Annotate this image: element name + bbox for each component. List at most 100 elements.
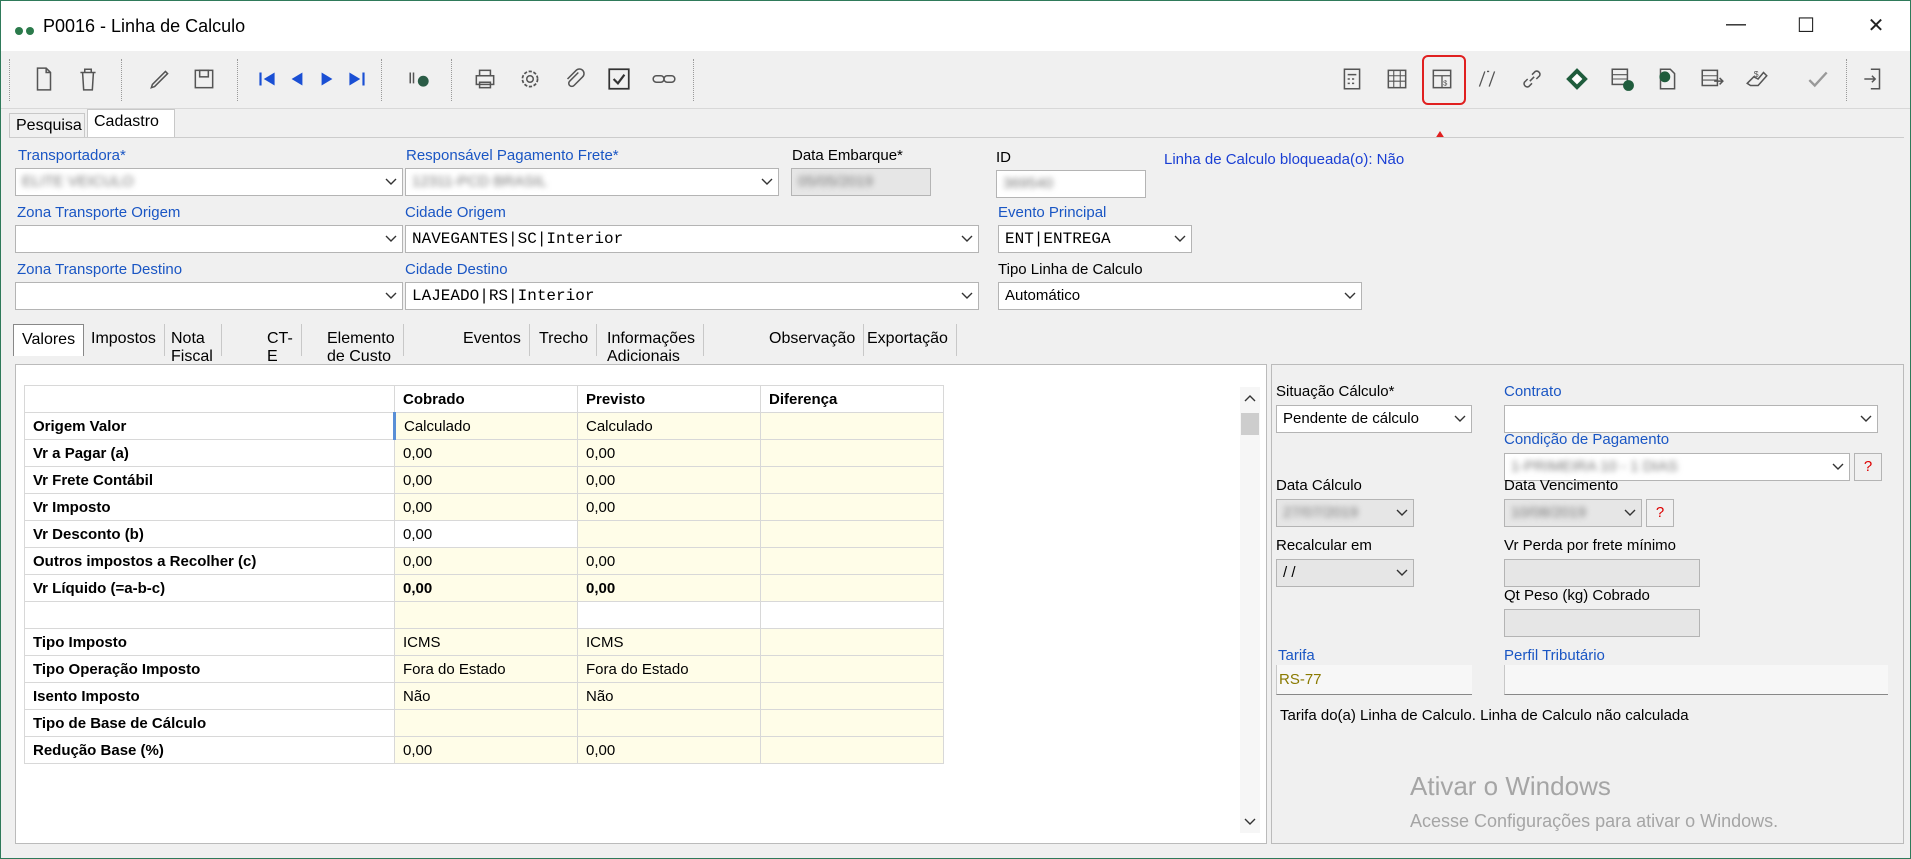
condicao-help-button[interactable]: ?	[1854, 453, 1882, 481]
diamond-icon[interactable]	[1560, 62, 1594, 96]
link-icon[interactable]	[647, 62, 681, 96]
cobrado-cell[interactable]	[394, 601, 578, 629]
responsavel-select[interactable]: 12311-PCD BRASIL	[405, 168, 779, 196]
previsto-cell[interactable]: 0,00	[577, 439, 761, 467]
previsto-cell[interactable]: Calculado	[577, 412, 761, 440]
table-arrow-icon[interactable]	[1695, 62, 1729, 96]
cobrado-cell[interactable]: 0,00	[394, 466, 578, 494]
tab-cadastro[interactable]: Cadastro	[87, 109, 175, 139]
previsto-cell[interactable]: Fora do Estado	[577, 655, 761, 683]
diferenca-cell[interactable]	[760, 601, 944, 629]
vencimento-help-button[interactable]: ?	[1646, 499, 1674, 527]
diferenca-cell[interactable]	[760, 655, 944, 683]
previous-record-icon[interactable]	[280, 62, 314, 96]
cobrado-cell[interactable]: 0,00	[394, 493, 578, 521]
subtab-trecho[interactable]: Trecho	[531, 324, 598, 356]
diferenca-cell[interactable]	[760, 439, 944, 467]
table-row[interactable]: Redução Base (%) 0,00 0,00	[24, 736, 944, 764]
previsto-cell[interactable]	[577, 520, 761, 548]
diferenca-cell[interactable]	[760, 709, 944, 737]
new-document-icon[interactable]	[27, 62, 61, 96]
table-row[interactable]: Vr Líquido (=a-b-c) 0,00 0,00	[24, 574, 944, 602]
grid-scrollbar[interactable]	[1240, 387, 1260, 833]
previsto-cell[interactable]: 0,00	[577, 736, 761, 764]
tab-pesquisa[interactable]: Pesquisa	[9, 113, 85, 139]
last-record-icon[interactable]	[340, 62, 374, 96]
table-check-icon[interactable]	[1605, 62, 1639, 96]
table-row[interactable]: Tipo Imposto ICMS ICMS	[24, 628, 944, 656]
cobrado-cell[interactable]: Fora do Estado	[394, 655, 578, 683]
diferenca-cell[interactable]	[760, 682, 944, 710]
zona-origem-select[interactable]	[15, 225, 403, 253]
perfil-field[interactable]	[1504, 665, 1888, 695]
approve-check-icon[interactable]	[1801, 62, 1835, 96]
previsto-cell[interactable]: Não	[577, 682, 761, 710]
previsto-cell[interactable]	[577, 709, 761, 737]
exit-icon[interactable]	[1856, 62, 1890, 96]
table-row[interactable]: Vr a Pagar (a) 0,00 0,00	[24, 439, 944, 467]
recalcular-field[interactable]: / /	[1276, 559, 1414, 587]
situacao-select[interactable]: Pendente de cálculo	[1276, 405, 1472, 433]
scrollbar-thumb[interactable]	[1241, 413, 1259, 435]
chevron-down-icon[interactable]	[1243, 815, 1257, 829]
cobrado-cell[interactable]: 0,00	[394, 439, 578, 467]
diferenca-cell[interactable]	[760, 628, 944, 656]
edit-icon[interactable]	[143, 62, 177, 96]
next-record-icon[interactable]	[310, 62, 344, 96]
subtab-observacao[interactable]: Observação	[761, 324, 865, 356]
search-binoculars-icon[interactable]	[403, 62, 437, 96]
previsto-cell[interactable]: 0,00	[577, 466, 761, 494]
subtab-elemento-custo[interactable]: Elemento de Custo	[319, 324, 404, 365]
chevron-down-icon[interactable]	[1395, 566, 1409, 580]
previsto-cell[interactable]	[577, 601, 761, 629]
previsto-cell[interactable]: 0,00	[577, 547, 761, 575]
zona-destino-select[interactable]	[15, 282, 403, 310]
diferenca-cell[interactable]	[760, 466, 944, 494]
cobrado-cell[interactable]: Não	[394, 682, 578, 710]
diferenca-cell[interactable]	[760, 520, 944, 548]
id-field[interactable]: 369540	[996, 170, 1146, 198]
cobrado-cell[interactable]: 0,00	[394, 547, 578, 575]
subtab-nota-fiscal[interactable]: Nota Fiscal	[163, 324, 222, 365]
table-row[interactable]: Origem Valor Calculado Calculado	[24, 412, 944, 440]
minimize-button[interactable]: —	[1721, 13, 1751, 39]
tipo-linha-select[interactable]: Automático	[998, 282, 1362, 310]
subtab-informacoes[interactable]: Informações Adicionais	[599, 324, 705, 365]
tarifa-field[interactable]: RS-77	[1276, 665, 1472, 695]
diferenca-cell[interactable]	[760, 736, 944, 764]
subtab-eventos[interactable]: Eventos	[455, 324, 530, 356]
cobrado-cell[interactable]	[394, 709, 578, 737]
evento-principal-select[interactable]: ENT|ENTREGA	[998, 225, 1192, 253]
hand-money-icon[interactable]: $	[1740, 62, 1774, 96]
cobrado-cell[interactable]: Calculado	[393, 412, 578, 440]
diferenca-cell[interactable]	[760, 412, 944, 440]
data-vencimento-field[interactable]: 10/08/2019	[1504, 499, 1642, 527]
table-row[interactable]: Isento Imposto Não Não	[24, 682, 944, 710]
checkbox-icon[interactable]	[602, 62, 636, 96]
cidade-destino-select[interactable]: LAJEADO|RS|Interior	[405, 282, 979, 310]
table-row[interactable]: Tipo Operação Imposto Fora do Estado For…	[24, 655, 944, 683]
attachment-icon[interactable]	[557, 62, 591, 96]
calculator-grid-icon[interactable]	[1380, 62, 1414, 96]
table-row[interactable]: Vr Frete Contábil 0,00 0,00	[24, 466, 944, 494]
table-row[interactable]: Outros impostos a Recolher (c) 0,00 0,00	[24, 547, 944, 575]
table-row[interactable]: Vr Imposto 0,00 0,00	[24, 493, 944, 521]
chain-link-icon[interactable]	[1515, 62, 1549, 96]
diferenca-cell[interactable]	[760, 574, 944, 602]
close-button[interactable]: ✕	[1861, 13, 1891, 39]
subtab-valores[interactable]: Valores	[13, 324, 85, 356]
cobrado-cell[interactable]: 0,00	[394, 520, 578, 548]
formula-icon[interactable]	[1470, 62, 1504, 96]
first-record-icon[interactable]	[250, 62, 284, 96]
subtab-impostos[interactable]: Impostos	[83, 324, 165, 356]
previsto-cell[interactable]: 0,00	[577, 493, 761, 521]
previsto-cell[interactable]: ICMS	[577, 628, 761, 656]
save-icon[interactable]	[187, 62, 221, 96]
transportadora-select[interactable]: ELITE VEICULO	[15, 168, 403, 196]
data-calculo-field[interactable]: 27/07/2019	[1276, 499, 1414, 527]
delete-icon[interactable]	[71, 62, 105, 96]
data-embarque-field[interactable]: 05/05/2019	[791, 168, 931, 196]
contrato-select[interactable]	[1504, 405, 1878, 433]
document-money-icon[interactable]	[1650, 62, 1684, 96]
diferenca-cell[interactable]	[760, 493, 944, 521]
